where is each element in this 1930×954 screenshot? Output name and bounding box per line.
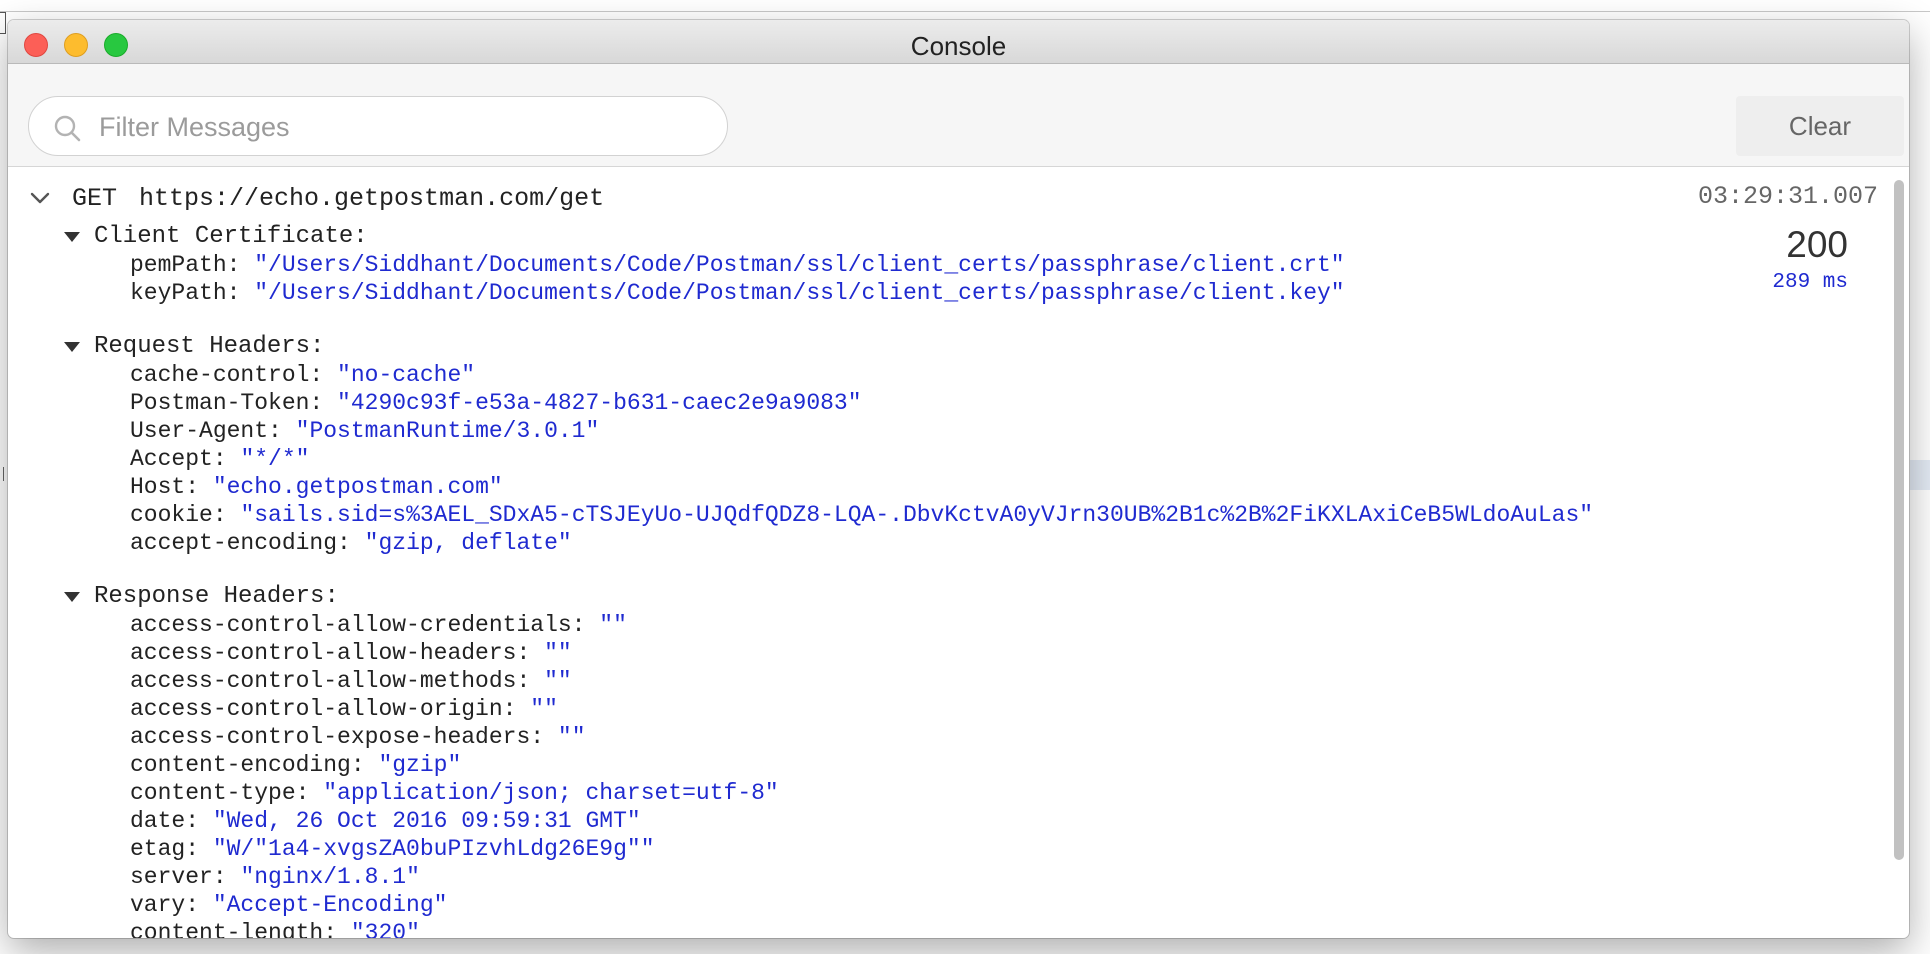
desktop-edge	[0, 11, 1930, 12]
status-code: 200	[1786, 224, 1848, 265]
item-key: content-type:	[130, 780, 310, 806]
item-value: ""	[557, 724, 586, 750]
list-item: content-encoding: "gzip"	[130, 751, 461, 779]
item-key: Postman-Token:	[130, 390, 324, 416]
item-key: date:	[130, 808, 200, 834]
item-value: ""	[599, 612, 627, 638]
console-window: Console Clear GET https://echo.getpostma…	[8, 20, 1909, 938]
item-key: vary:	[130, 892, 200, 918]
list-item: access-control-allow-origin: ""	[130, 695, 558, 723]
item-key: access-control-allow-credentials:	[130, 612, 586, 638]
section-title: Response Headers:	[94, 583, 339, 610]
item-key: etag:	[130, 836, 200, 862]
list-item: etag: "W/"1a4-xvgsZA0buPIzvhLdg26E9g""	[130, 835, 655, 863]
item-key: access-control-allow-origin:	[130, 696, 517, 722]
item-key: access-control-allow-methods:	[130, 668, 531, 694]
list-item: access-control-allow-methods: ""	[130, 667, 572, 695]
item-value: ""	[530, 696, 558, 722]
item-key: cache-control:	[130, 362, 324, 388]
item-value: "gzip, deflate"	[364, 530, 572, 556]
list-item: Host: "echo.getpostman.com"	[130, 473, 503, 501]
item-key: access-control-allow-headers:	[130, 640, 531, 666]
section-client-certificate[interactable]: Client Certificate:	[64, 223, 368, 250]
item-value: "*/*"	[240, 446, 310, 472]
item-key: access-control-expose-headers:	[130, 724, 545, 750]
entry-timestamp: 03:29:31.007	[1698, 182, 1879, 211]
list-item: Accept: "*/*"	[130, 445, 309, 473]
item-value: "PostmanRuntime/3.0.1"	[295, 418, 600, 444]
desktop-background	[1910, 460, 1930, 490]
list-item: access-control-expose-headers: ""	[130, 723, 586, 751]
filter-messages-input[interactable]	[99, 107, 709, 147]
item-key: server:	[130, 864, 227, 890]
filter-box[interactable]	[28, 96, 728, 156]
list-item: Postman-Token: "4290c93f-e53a-4827-b631-…	[130, 389, 862, 417]
caret-down-icon	[64, 341, 80, 352]
item-value: "no-cache"	[337, 362, 476, 388]
search-icon	[54, 115, 81, 142]
item-value: "nginx/1.8.1"	[240, 864, 420, 890]
list-item: cookie: "sails.sid=s%3AEL_SDxA5-cTSJEyUo…	[130, 501, 1593, 529]
response-time: 289 ms	[1772, 271, 1848, 294]
item-key: pemPath:	[130, 252, 241, 278]
item-key: keyPath:	[130, 280, 241, 306]
window-title: Console	[910, 31, 1007, 61]
log-entry-header[interactable]: GET https://echo.getpostman.com/get	[28, 182, 604, 214]
request-method: GET	[72, 183, 118, 213]
section-title: Client Certificate:	[94, 223, 368, 250]
item-key: Accept:	[130, 446, 227, 472]
item-value: "Wed, 26 Oct 2016 09:59:31 GMT"	[212, 808, 641, 834]
item-value: ""	[544, 668, 572, 694]
scrollbar[interactable]	[1894, 180, 1904, 860]
list-item: content-length: "320"	[130, 919, 420, 938]
list-item: keyPath: "/Users/Siddhant/Documents/Code…	[130, 279, 1345, 307]
item-value: "Accept-Encoding"	[212, 892, 448, 918]
list-item: accept-encoding: "gzip, deflate"	[130, 529, 572, 557]
list-item: User-Agent: "PostmanRuntime/3.0.1"	[130, 417, 599, 445]
clear-button[interactable]: Clear	[1736, 96, 1904, 156]
caret-down-icon	[64, 591, 80, 602]
caret-down-icon	[64, 231, 80, 242]
item-value: "/Users/Siddhant/Documents/Code/Postman/…	[254, 280, 1345, 306]
item-value: "gzip"	[378, 752, 462, 778]
item-key: accept-encoding:	[130, 530, 351, 556]
item-key: cookie:	[130, 502, 227, 528]
title-bar: Console	[8, 20, 1909, 64]
console-log: GET https://echo.getpostman.com/get 03:2…	[8, 168, 1888, 938]
list-item: date: "Wed, 26 Oct 2016 09:59:31 GMT"	[130, 807, 641, 835]
item-key: Host:	[130, 474, 200, 500]
item-key: User-Agent:	[130, 418, 282, 444]
item-value: "application/json; charset=utf-8"	[323, 780, 779, 806]
list-item: vary: "Accept-Encoding"	[130, 891, 447, 919]
desktop-glyph	[0, 12, 6, 34]
item-value: "4290c93f-e53a-4827-b631-caec2e9a9083"	[337, 390, 862, 416]
section-title: Request Headers:	[94, 333, 325, 360]
item-value: "320"	[350, 920, 420, 938]
desktop-glyph	[0, 467, 4, 481]
chevron-down-icon[interactable]	[28, 186, 52, 210]
list-item: server: "nginx/1.8.1"	[130, 863, 420, 891]
item-value: "echo.getpostman.com"	[212, 474, 503, 500]
request-url[interactable]: https://echo.getpostman.com/get	[139, 184, 604, 213]
console-toolbar: Clear	[8, 64, 1909, 167]
item-value: "sails.sid=s%3AEL_SDxA5-cTSJEyUo-UJQdfQD…	[240, 502, 1594, 528]
list-item: pemPath: "/Users/Siddhant/Documents/Code…	[130, 251, 1345, 279]
list-item: content-type: "application/json; charset…	[130, 779, 779, 807]
item-key: content-length:	[130, 920, 338, 938]
section-request-headers[interactable]: Request Headers:	[64, 333, 324, 360]
list-item: access-control-allow-headers: ""	[130, 639, 572, 667]
item-value: "/Users/Siddhant/Documents/Code/Postman/…	[254, 252, 1345, 278]
item-value: "W/"1a4-xvgsZA0buPIzvhLdg26E9g""	[212, 836, 655, 862]
list-item: access-control-allow-credentials: ""	[130, 611, 627, 639]
item-key: content-encoding:	[130, 752, 365, 778]
section-response-headers[interactable]: Response Headers:	[64, 583, 339, 610]
list-item: cache-control: "no-cache"	[130, 361, 475, 389]
item-value: ""	[544, 640, 572, 666]
